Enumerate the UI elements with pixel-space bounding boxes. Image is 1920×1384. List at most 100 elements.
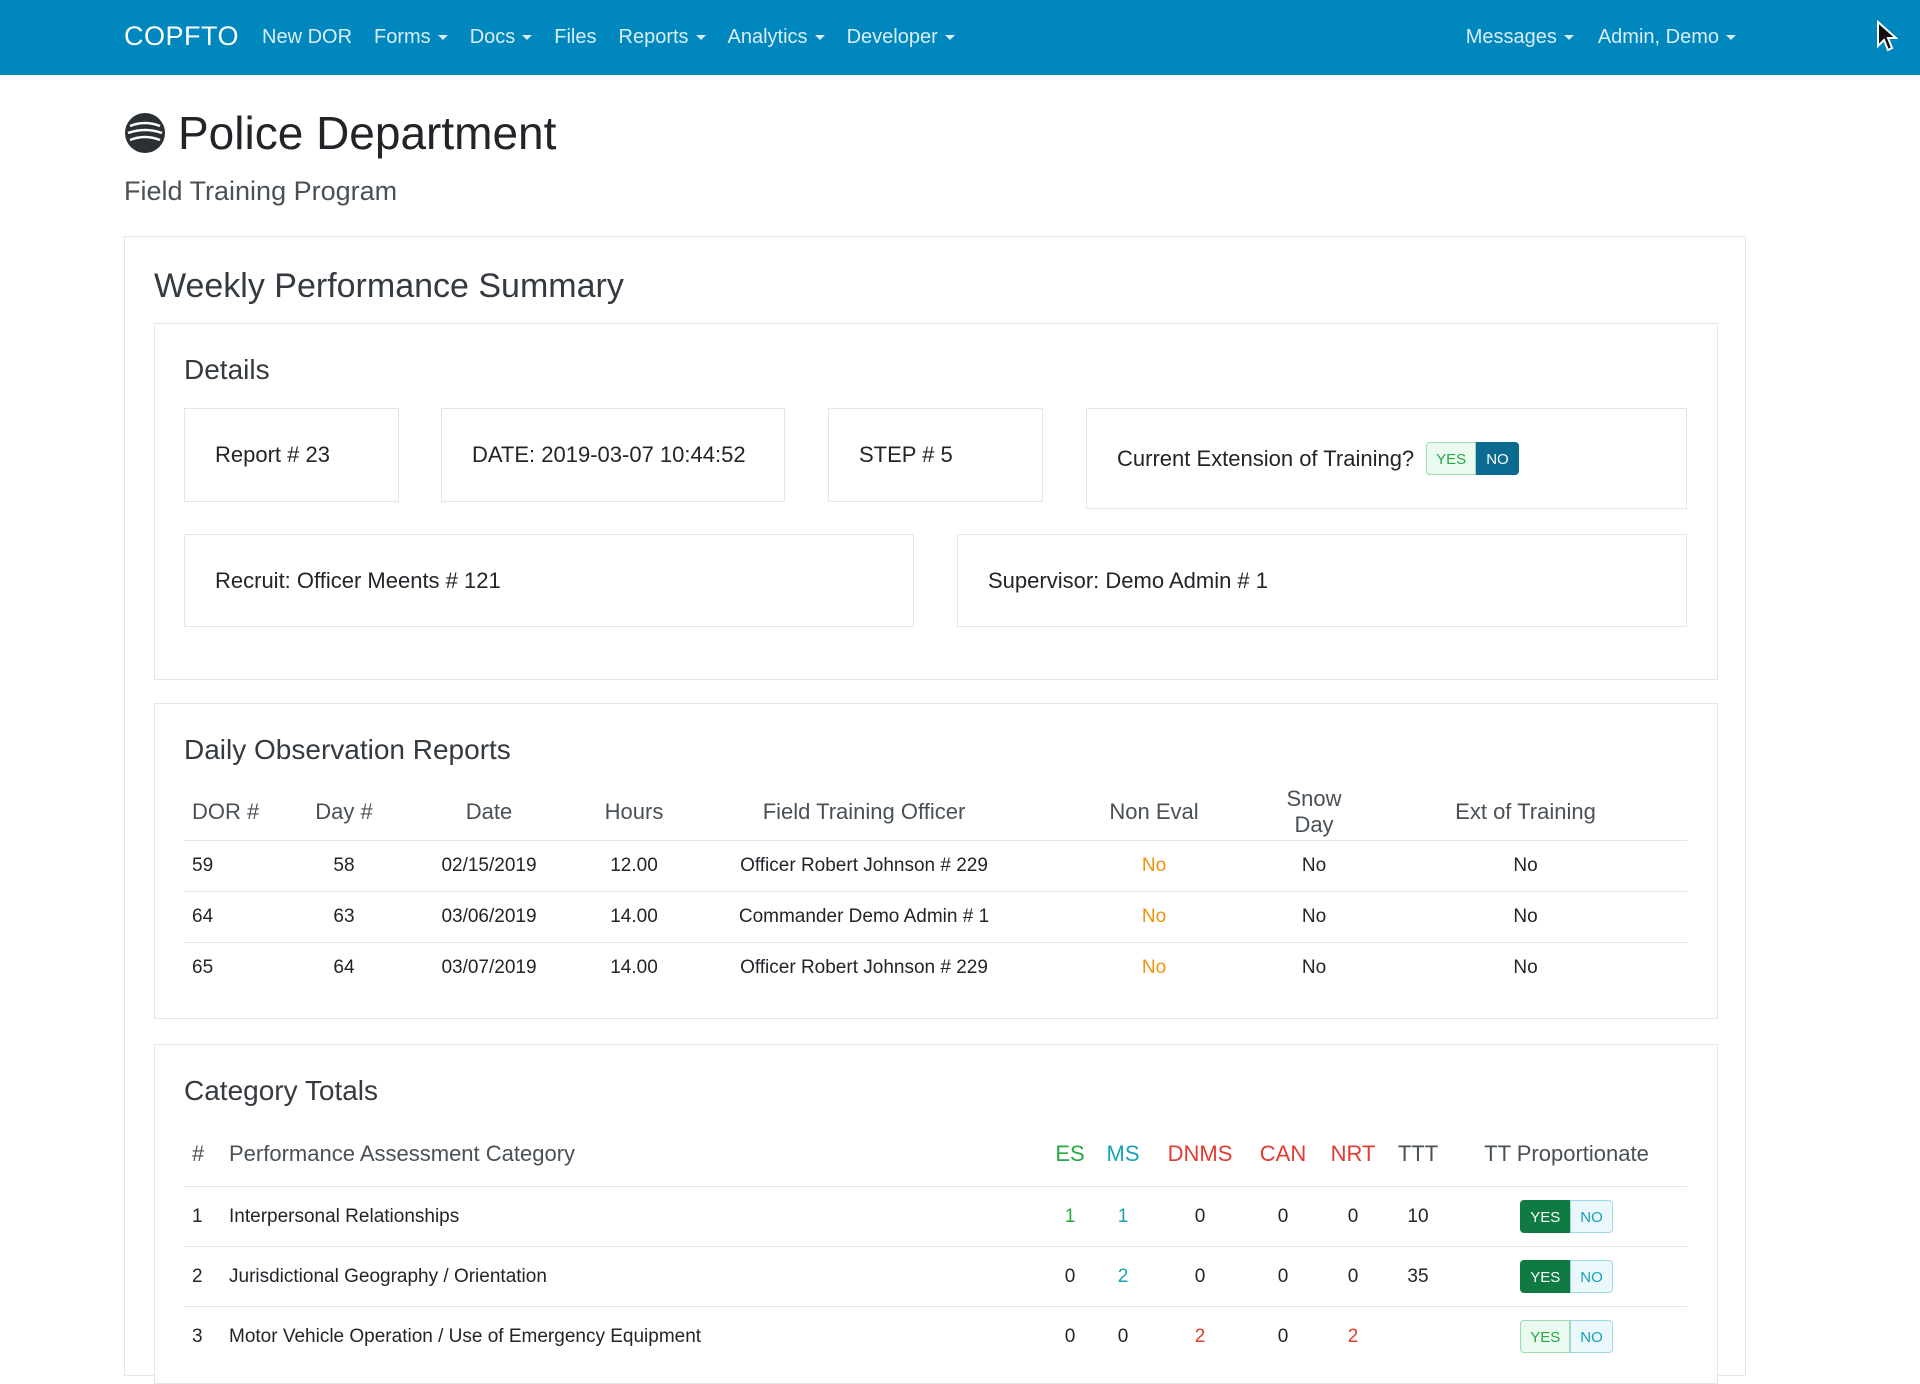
dor-date: 03/06/2019 — [394, 891, 584, 943]
ms-count: 0 — [1096, 1306, 1150, 1366]
report-date: DATE: 2019-03-07 10:44:52 — [472, 442, 746, 467]
nav-new-dor[interactable]: New DOR — [262, 26, 352, 49]
col-non-eval[interactable]: Non Eval — [1044, 784, 1264, 841]
day-number: 58 — [294, 840, 394, 892]
col-snow-day[interactable]: Snow Day — [1264, 784, 1364, 841]
mouse-cursor-icon — [1877, 20, 1898, 52]
category-title: Category Totals — [184, 1075, 379, 1106]
ttt-count: 35 — [1390, 1246, 1446, 1307]
proportionate-yes-button[interactable]: YES — [1520, 1320, 1571, 1353]
nav-reports-label: Reports — [618, 26, 689, 48]
table-row[interactable]: 65 64 03/07/2019 14.00 Officer Robert Jo… — [184, 942, 1687, 993]
extension-yes-button[interactable]: YES — [1426, 442, 1477, 475]
proportionate-yes-button[interactable]: YES — [1520, 1200, 1571, 1233]
col-ttt: TTT — [1397, 1141, 1439, 1166]
nav-forms-dropdown[interactable]: Forms — [374, 26, 448, 49]
proportionate-toggle: YES NO — [1446, 1246, 1687, 1307]
page-heading: Police Department — [178, 107, 557, 159]
nav-developer-label: Developer — [846, 26, 938, 48]
dor-number[interactable]: 65 — [184, 942, 294, 993]
category-number: 2 — [184, 1246, 228, 1307]
top-navbar: COPFTO New DOR Forms Docs Files Reports … — [0, 0, 1920, 75]
extension-box: Current Extension of Training? YES NO — [1086, 408, 1687, 509]
dor-snow-day: No — [1264, 891, 1364, 943]
col-date[interactable]: Date — [394, 784, 584, 841]
brand-logo[interactable]: COPFTO — [124, 21, 239, 52]
dor-fto: Officer Robert Johnson # 229 — [684, 942, 1044, 993]
caret-down-icon — [522, 35, 533, 40]
col-ext-training[interactable]: Ext of Training — [1364, 784, 1687, 841]
category-table: # Performance Assessment Category ES MS … — [184, 1122, 1687, 1366]
col-fto[interactable]: Field Training Officer — [684, 784, 1044, 841]
nav-messages-dropdown[interactable]: Messages — [1466, 26, 1574, 49]
es-count: 0 — [1044, 1246, 1096, 1307]
category-name: Motor Vehicle Operation / Use of Emergen… — [228, 1306, 1044, 1366]
proportionate-no-button[interactable]: NO — [1570, 1200, 1613, 1233]
proportionate-no-button[interactable]: NO — [1570, 1320, 1613, 1353]
dnms-count: 0 — [1150, 1246, 1250, 1307]
dor-date: 03/07/2019 — [394, 942, 584, 993]
caret-down-icon — [695, 35, 706, 40]
nav-user-label: Admin, Demo — [1597, 26, 1719, 48]
dor-number[interactable]: 59 — [184, 840, 294, 892]
page-subtitle: Field Training Program — [124, 176, 398, 206]
recruit-box: Recruit: Officer Meents # 121 — [184, 534, 914, 627]
dor-hours: 14.00 — [584, 891, 684, 943]
dor-number[interactable]: 64 — [184, 891, 294, 943]
dor-snow-day: No — [1264, 840, 1364, 892]
dnms-count: 0 — [1150, 1186, 1250, 1247]
supervisor-name: Supervisor: Demo Admin # 1 — [988, 567, 1269, 593]
nav-reports-dropdown[interactable]: Reports — [619, 26, 706, 49]
nav-docs-label: Docs — [469, 26, 516, 48]
day-number: 64 — [294, 942, 394, 993]
report-number-box: Report # 23 — [184, 408, 399, 502]
es-count: 0 — [1044, 1306, 1096, 1366]
dor-hours: 12.00 — [584, 840, 684, 892]
nav-analytics-dropdown[interactable]: Analytics — [728, 26, 825, 49]
dor-hours: 14.00 — [584, 942, 684, 993]
dor-ext-training: No — [1364, 891, 1687, 943]
extension-no-button[interactable]: NO — [1476, 442, 1519, 475]
step-number: STEP # 5 — [859, 442, 953, 467]
ttt-count — [1390, 1306, 1446, 1366]
nav-right-menu: Messages Admin, Demo — [1442, 0, 1736, 75]
extension-toggle: YES NO — [1426, 442, 1519, 475]
ms-count: 1 — [1096, 1186, 1150, 1247]
col-day-number[interactable]: Day # — [294, 784, 394, 841]
nav-docs-dropdown[interactable]: Docs — [470, 26, 533, 49]
caret-down-icon — [944, 35, 955, 40]
category-number: 1 — [184, 1186, 228, 1247]
caret-down-icon — [1726, 35, 1736, 40]
nav-new-dor-label: New DOR — [262, 26, 353, 48]
proportionate-no-button[interactable]: NO — [1570, 1260, 1613, 1293]
table-row[interactable]: 64 63 03/06/2019 14.00 Commander Demo Ad… — [184, 891, 1687, 943]
dor-table: DOR # Day # Date Hours Field Training Of… — [184, 784, 1687, 993]
dor-non-eval: No — [1044, 942, 1264, 993]
col-ms: MS — [1106, 1141, 1140, 1166]
flag-badge-icon — [125, 113, 165, 153]
col-es: ES — [1055, 1141, 1085, 1166]
dor-ext-training: No — [1364, 840, 1687, 892]
col-number: # — [192, 1141, 205, 1166]
page-title: Police Department — [124, 106, 556, 160]
nav-files[interactable]: Files — [554, 26, 596, 49]
ttt-count: 10 — [1390, 1186, 1446, 1247]
day-number: 63 — [294, 891, 394, 943]
proportionate-yes-button[interactable]: YES — [1520, 1260, 1571, 1293]
col-can: CAN — [1259, 1141, 1307, 1166]
proportionate-toggle: YES NO — [1446, 1306, 1687, 1366]
col-nrt: NRT — [1330, 1141, 1376, 1166]
category-header-row: # Performance Assessment Category ES MS … — [184, 1122, 1687, 1187]
category-name: Interpersonal Relationships — [228, 1186, 1044, 1247]
details-title: Details — [184, 354, 270, 385]
supervisor-box: Supervisor: Demo Admin # 1 — [957, 534, 1687, 627]
nav-files-label: Files — [554, 26, 597, 48]
summary-title: Weekly Performance Summary — [154, 267, 624, 305]
nav-developer-dropdown[interactable]: Developer — [847, 26, 955, 49]
col-tt-proportionate: TT Proportionate — [1484, 1141, 1649, 1166]
dor-ext-training: No — [1364, 942, 1687, 993]
nav-user-dropdown[interactable]: Admin, Demo — [1598, 26, 1736, 49]
col-hours[interactable]: Hours — [584, 784, 684, 841]
col-dor-number[interactable]: DOR # — [184, 784, 294, 841]
table-row[interactable]: 59 58 02/15/2019 12.00 Officer Robert Jo… — [184, 840, 1687, 892]
